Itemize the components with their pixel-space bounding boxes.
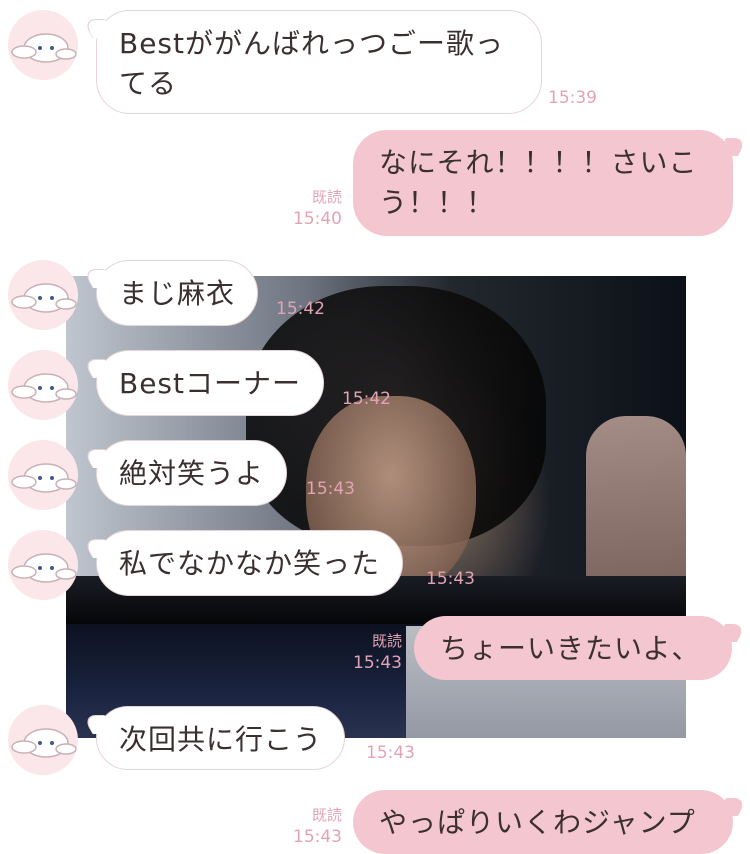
- message-meta: 既読 15:40: [270, 186, 342, 230]
- read-receipt: 既読: [311, 188, 342, 206]
- avatar[interactable]: [8, 260, 78, 330]
- cinnamoroll-avatar-icon: [11, 283, 77, 313]
- message-timestamp: 15:43: [426, 569, 475, 589]
- message-bubble-incoming[interactable]: 私でなかなか笑った: [96, 530, 404, 596]
- message-timestamp: 15:40: [293, 209, 342, 229]
- message-text: なにそれ！！！！さいこう！！！: [379, 146, 698, 219]
- read-receipt: 既読: [311, 806, 342, 824]
- avatar[interactable]: [8, 705, 78, 775]
- read-receipt: 既読: [371, 632, 402, 650]
- message-bubble-incoming[interactable]: Bestががんばれっつごー歌ってる: [96, 10, 542, 114]
- cinnamoroll-avatar-icon: [11, 728, 77, 758]
- message-bubble-incoming[interactable]: 絶対笑うよ: [96, 440, 288, 506]
- message-timestamp: 15:42: [276, 299, 325, 319]
- message-timestamp: 15:42: [342, 389, 391, 409]
- message-text: 私でなかなか笑った: [119, 547, 381, 580]
- message-text: やっぱりいくわジャンプ: [379, 806, 696, 839]
- avatar[interactable]: [8, 530, 78, 600]
- message-timestamp: 15:43: [293, 827, 342, 847]
- message-text: 次回共に行こう: [119, 723, 323, 756]
- message-text: 絶対笑うよ: [119, 457, 265, 490]
- message-meta: 既読 15:43: [270, 804, 342, 848]
- message-text: Bestががんばれっつごー歌ってる: [119, 27, 505, 100]
- message-text: Bestコーナー: [119, 367, 302, 400]
- message-bubble-incoming[interactable]: 次回共に行こう: [96, 706, 346, 770]
- avatar[interactable]: [8, 10, 78, 80]
- message-text: まじ麻衣: [119, 277, 236, 310]
- message-bubble-incoming[interactable]: Bestコーナー: [96, 350, 325, 416]
- avatar[interactable]: [8, 350, 78, 420]
- message-bubble-outgoing[interactable]: やっぱりいくわジャンプ: [353, 790, 733, 854]
- message-timestamp: 15:43: [306, 479, 355, 499]
- message-timestamp: 15:43: [353, 653, 402, 673]
- message-bubble-incoming[interactable]: まじ麻衣: [96, 260, 259, 326]
- message-timestamp: 15:39: [548, 88, 597, 108]
- message-bubble-outgoing[interactable]: なにそれ！！！！さいこう！！！: [353, 130, 733, 236]
- message-meta: 既読 15:43: [330, 630, 402, 674]
- cinnamoroll-avatar-icon: [11, 33, 77, 63]
- message-text: ちょーいきたいよ、: [440, 632, 701, 665]
- avatar[interactable]: [8, 440, 78, 510]
- cinnamoroll-avatar-icon: [11, 373, 77, 403]
- message-bubble-outgoing[interactable]: ちょーいきたいよ、: [414, 616, 732, 680]
- cinnamoroll-avatar-icon: [11, 553, 77, 583]
- message-timestamp: 15:43: [366, 743, 415, 763]
- cinnamoroll-avatar-icon: [11, 463, 77, 493]
